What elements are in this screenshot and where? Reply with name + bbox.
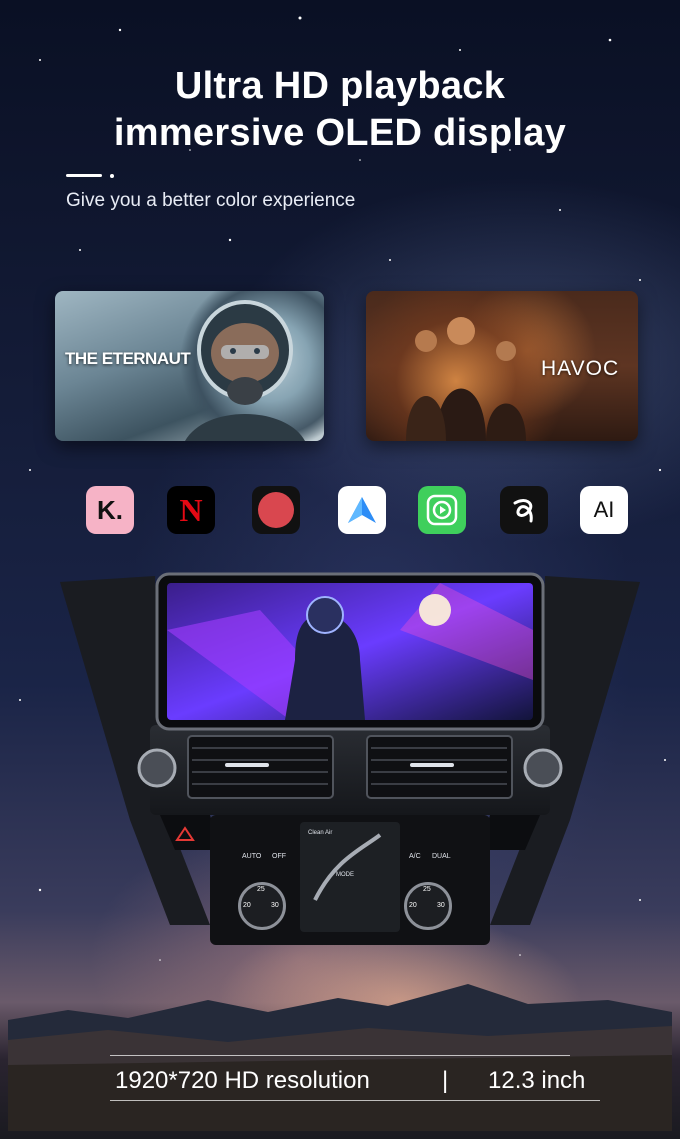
kinopoisk-glyph: K. — [97, 494, 123, 525]
app-swirl-icon[interactable] — [500, 486, 548, 534]
record-icon[interactable] — [252, 486, 300, 534]
product-banner: Ultra HD playback immersive OLED display… — [0, 0, 680, 1139]
spec-size: 12.3 inch — [488, 1067, 586, 1094]
netflix-glyph: N — [179, 491, 203, 528]
headline-line-1: Ultra HD playback — [174, 65, 506, 107]
spec-resolution: 1920*720 HD resolution — [115, 1067, 370, 1094]
carplay-icon[interactable] — [418, 486, 466, 534]
ai-icon[interactable]: AI — [580, 486, 628, 534]
car-head-unit — [60, 572, 640, 945]
poster-title: HAVOC — [541, 357, 620, 380]
subtitle: Give you a better color experience — [66, 190, 356, 211]
poster-havoc[interactable]: HAVOC — [366, 291, 638, 441]
headline-line-2: immersive OLED display — [113, 112, 567, 154]
android-auto-glyph — [348, 497, 376, 523]
kinopoisk-icon[interactable]: K. — [86, 486, 134, 534]
subtitle-dash — [66, 174, 102, 177]
spec-separator: | — [442, 1067, 449, 1094]
diver-figure-icon — [185, 300, 305, 441]
footer-divider-top — [110, 1055, 570, 1056]
swirl-glyph — [513, 499, 533, 523]
app-icon-row: K. N AI — [0, 486, 680, 534]
mountain-landscape — [8, 984, 672, 1131]
poster-title: THE ETERNAUT — [65, 349, 191, 368]
ai-glyph: AI — [593, 497, 615, 522]
poster-figures-icon — [406, 317, 526, 441]
netflix-icon[interactable]: N — [167, 486, 215, 534]
android-auto-icon[interactable] — [338, 486, 386, 534]
subtitle-dot — [110, 174, 114, 178]
carplay-glyph — [426, 494, 458, 526]
poster-the-eternaut[interactable]: THE ETERNAUT — [55, 291, 324, 441]
footer-divider-bottom — [110, 1100, 600, 1101]
